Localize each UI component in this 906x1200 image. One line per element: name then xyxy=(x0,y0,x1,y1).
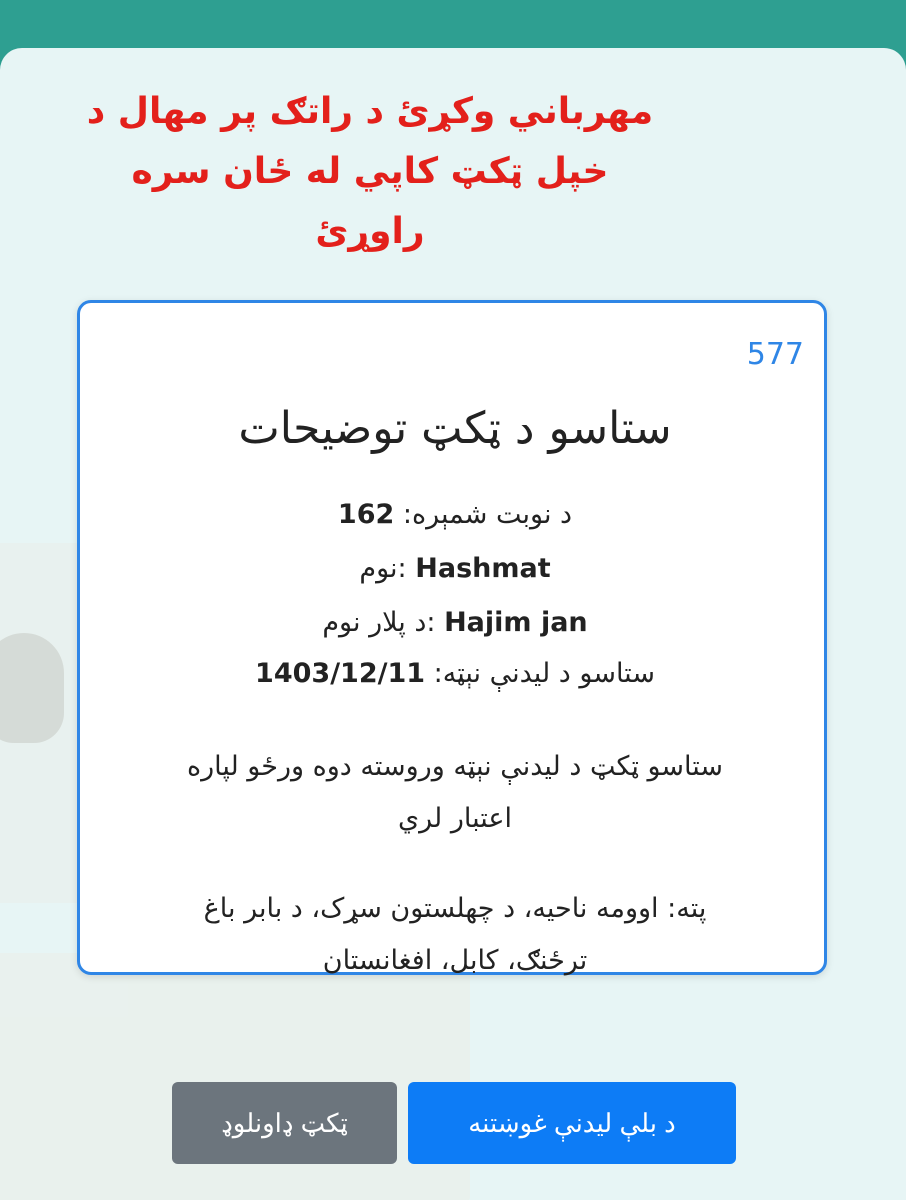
name-label: :نوم xyxy=(359,553,407,584)
notice-line-1: مهرباني وکړئ د راتګ پر مهال د xyxy=(86,91,654,132)
name-row: Hashmat :نوم xyxy=(80,553,830,584)
father-name-row: Hajim jan :د پلار نوم xyxy=(80,607,830,638)
request-next-meeting-button[interactable]: د بلې لیدنې غوښتنه xyxy=(408,1082,736,1164)
validity-note-line-2: اعتبار لري xyxy=(397,803,512,834)
ticket-details-card: 577 ستاسو د ټکټ توضیحات د نوبت شمېره: 16… xyxy=(77,300,830,976)
notice-line-3: راوړئ xyxy=(315,211,425,252)
queue-number-label: د نوبت شمېره: xyxy=(402,499,573,530)
bring-ticket-notice: مهرباني وکړئ د راتګ پر مهال د خپل ټکټ کا… xyxy=(0,82,740,262)
background-photo xyxy=(0,633,64,743)
father-name-value: Hajim jan xyxy=(444,607,588,638)
ticket-details-title: ستاسو د ټکټ توضیحات xyxy=(238,403,672,454)
queue-count: 577 xyxy=(746,337,804,372)
download-ticket-button[interactable]: ټکټ ډاونلوډ xyxy=(172,1082,397,1164)
queue-number-value: 162 xyxy=(337,499,395,530)
name-value: Hashmat xyxy=(415,553,551,584)
notice-line-2: خپل ټکټ کاپي له ځان سره xyxy=(131,151,609,192)
meeting-date-value: 1403/12/11 xyxy=(255,658,426,689)
address-line-1: پته: اوومه ناحیه، د چهلستون سړک، د بابر … xyxy=(203,893,707,924)
meeting-date-label: ستاسو د لیدنې نېټه: xyxy=(433,658,655,689)
address-line-2: ترځنګ، کابل، افغانستان xyxy=(322,945,588,976)
address: پته: اوومه ناحیه، د چهلستون سړک، د بابر … xyxy=(120,883,790,987)
queue-number-row: د نوبت شمېره: 162 xyxy=(80,499,830,530)
validity-note: ستاسو ټکټ د لیدنې نېټه وروسته دوه ورځو ل… xyxy=(120,741,790,845)
meeting-date-row: ستاسو د لیدنې نېټه: 1403/12/11 xyxy=(80,658,830,689)
father-name-label: :د پلار نوم xyxy=(322,607,436,638)
validity-note-line-1: ستاسو ټکټ د لیدنې نېټه وروسته دوه ورځو ل… xyxy=(186,751,724,782)
